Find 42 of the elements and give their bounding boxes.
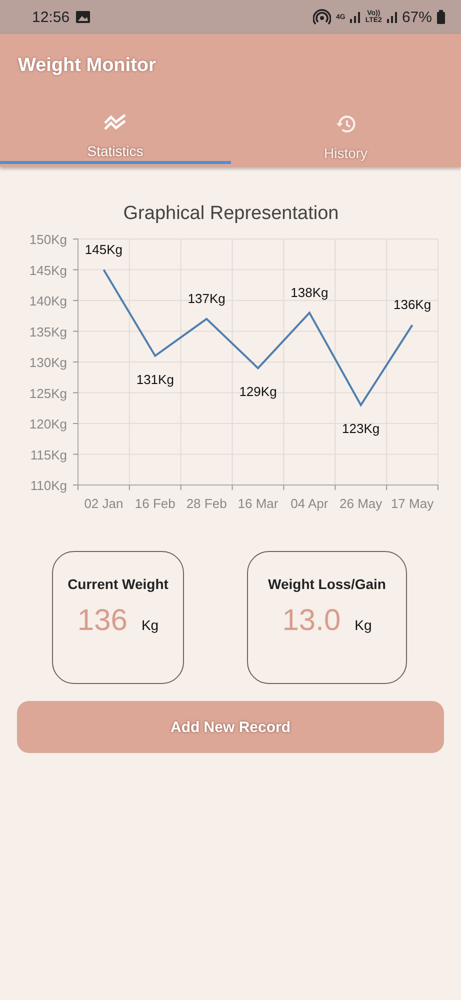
axis-label: 110Kg (30, 478, 67, 493)
axis-label: 04 Apr (290, 496, 328, 511)
signal-icon (386, 11, 397, 23)
data-label: 131Kg (136, 372, 174, 387)
data-label: 137Kg (188, 290, 226, 306)
clock-time: 12:56 (32, 8, 70, 26)
stat-value: 13.0 (282, 604, 341, 638)
axis-label: 130Kg (29, 355, 67, 370)
axis-label: 16 Feb (134, 496, 176, 511)
tab[interactable]: Statistics (0, 113, 230, 164)
axis-label: 28 Feb (186, 496, 227, 511)
unit-label: Kg (354, 617, 372, 633)
hotspot-icon (313, 9, 332, 25)
image-icon (76, 11, 90, 23)
battery-icon (437, 10, 445, 24)
unit-label: Kg (141, 617, 159, 633)
signal-icon (350, 11, 360, 23)
axis-label: 150Kg (29, 232, 67, 247)
axis-label: 26 May (340, 496, 382, 511)
data-label: 145Kg (84, 242, 122, 257)
axis-label: 120Kg (29, 416, 67, 432)
card-title: Current Weight (68, 576, 168, 592)
axis-label: 17 May (390, 496, 434, 511)
card-title: Weight Loss/Gain (268, 576, 386, 592)
axis-label: 145Kg (29, 262, 67, 278)
chart-title: Graphical Representation (123, 203, 339, 224)
axis-label: 02 Jan (84, 496, 124, 511)
axis-label: 140Kg (29, 294, 67, 308)
history-icon (334, 113, 358, 135)
axis-label: 125Kg (29, 386, 67, 401)
data-label: 138Kg (290, 284, 328, 300)
data-label: 136Kg (394, 297, 432, 312)
data-label: 129Kg (239, 384, 277, 400)
data-label: 123Kg (342, 421, 380, 436)
axis-label: 16 Mar (238, 496, 278, 511)
tab[interactable]: History (230, 113, 461, 164)
stat-value: 136 (77, 604, 128, 638)
app-title: Weight Monitor (17, 54, 157, 78)
add-record-button[interactable]: Add New Record (17, 701, 444, 753)
battery-percent: 67% (402, 8, 432, 26)
axis-label: 135Kg (29, 324, 67, 340)
axis-label: 115Kg (30, 447, 67, 462)
